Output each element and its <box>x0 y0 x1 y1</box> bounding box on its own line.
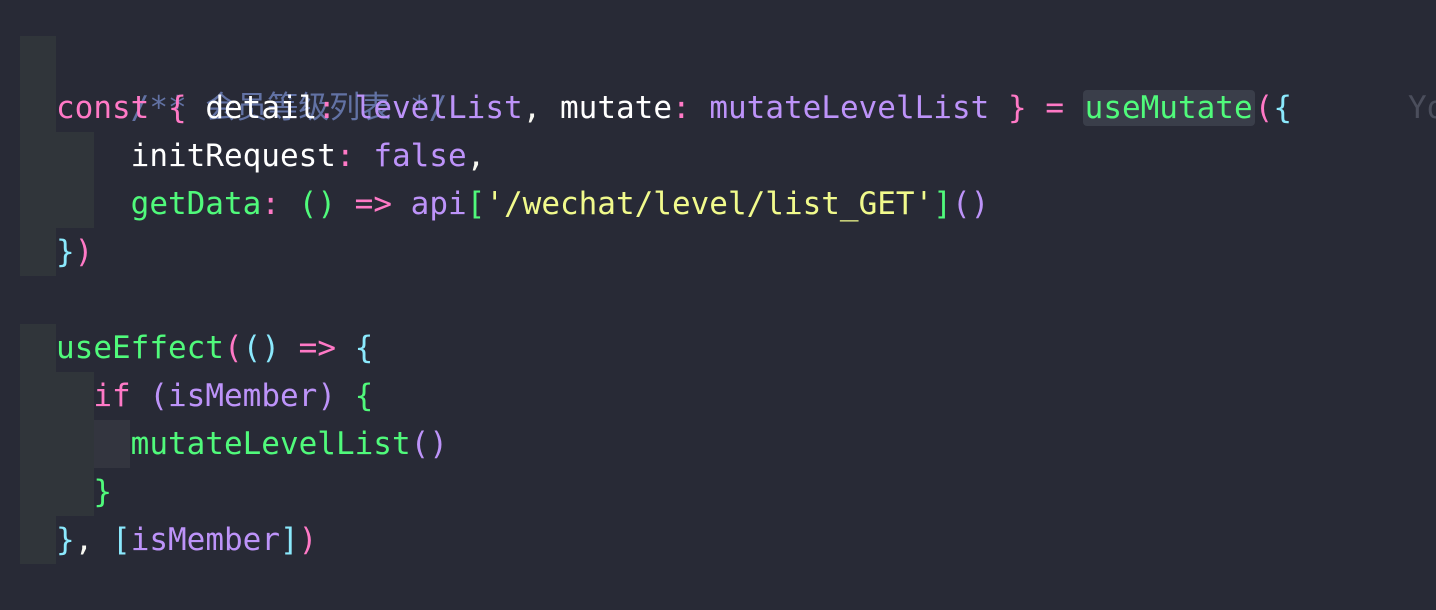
brace: { <box>168 90 187 126</box>
code-line[interactable]: }) <box>56 228 93 276</box>
code-line[interactable]: mutateLevelList() <box>56 420 448 468</box>
boolean: false <box>373 138 467 174</box>
code-line[interactable]: initRequest: false, <box>56 132 486 180</box>
ghost-text: Yo <box>1408 90 1436 126</box>
paren: ( <box>1254 90 1274 126</box>
brace: } <box>93 474 112 510</box>
identifier: levelList <box>354 90 523 126</box>
code-line[interactable]: /** 会员等级列表 */ <box>56 36 448 126</box>
code-line[interactable]: useEffect(() => { <box>56 324 373 372</box>
brace: } <box>56 234 75 270</box>
operator: = <box>1045 90 1064 126</box>
brace: } <box>56 522 75 558</box>
indent-guide <box>20 36 56 276</box>
brace: } <box>1007 90 1027 126</box>
property: getData <box>130 186 262 222</box>
identifier: detail <box>205 90 318 126</box>
identifier: api <box>410 186 467 222</box>
identifier: mutate <box>560 90 672 126</box>
code-line[interactable]: getData: () => api['/wechat/level/list_G… <box>56 180 990 228</box>
identifier: isMember <box>130 522 280 558</box>
code-line[interactable]: } <box>56 468 112 516</box>
arrow: => <box>354 186 392 222</box>
identifier: mutateLevelList <box>709 90 990 126</box>
code-line[interactable]: if (isMember) { <box>56 372 373 420</box>
brace: { <box>1273 90 1292 126</box>
code-line[interactable]: const { detail: levelList, mutate: mutat… <box>56 84 1292 132</box>
property: initRequest <box>130 138 336 174</box>
string: '/wechat/level/list_GET' <box>485 186 934 222</box>
code-line[interactable]: }, [isMember]) <box>56 516 317 564</box>
function-name-highlighted: useMutate <box>1082 90 1255 126</box>
paren: () <box>410 426 448 462</box>
function-call: mutateLevelList <box>130 426 411 462</box>
keyword: if <box>93 378 131 414</box>
function-name: useEffect <box>56 330 224 366</box>
keyword: const <box>56 90 150 126</box>
paren: ) <box>74 234 94 270</box>
indent-guide <box>20 324 56 564</box>
code-editor[interactable]: /** 会员等级列表 */ const { detail: levelList,… <box>0 0 1436 610</box>
arrow: => <box>298 330 336 366</box>
identifier: isMember <box>168 378 318 414</box>
